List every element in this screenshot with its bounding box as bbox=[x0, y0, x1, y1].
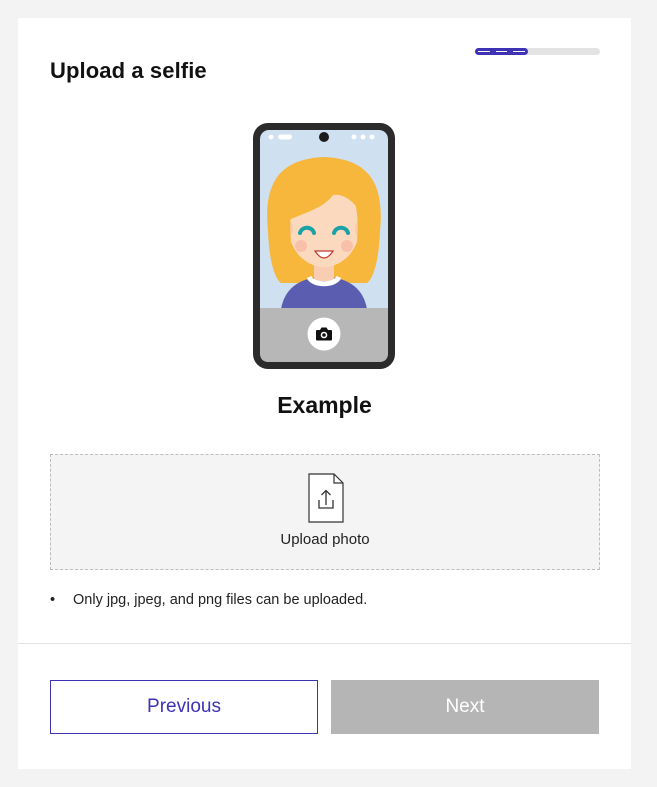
upload-rules-list: • Only jpg, jpeg, and png files can be u… bbox=[50, 592, 367, 608]
rule-text: Only jpg, jpeg, and png files can be upl… bbox=[73, 592, 368, 608]
page-title: Upload a selfie bbox=[50, 58, 207, 83]
upload-selfie-card: Upload a selfie Example Upload photo • O… bbox=[18, 18, 631, 769]
progress-bar-fill bbox=[475, 48, 528, 55]
progress-step-marker bbox=[513, 51, 525, 52]
divider bbox=[18, 643, 631, 644]
phone-selfie-illustration bbox=[251, 121, 397, 371]
previous-button[interactable]: Previous bbox=[50, 680, 318, 734]
progress-step-marker bbox=[478, 51, 490, 52]
upload-photo-dropzone[interactable]: Upload photo bbox=[50, 454, 600, 570]
progress-step-marker bbox=[495, 51, 507, 52]
example-label: Example bbox=[277, 392, 372, 418]
list-item: • Only jpg, jpeg, and png files can be u… bbox=[50, 592, 367, 608]
camera-icon bbox=[307, 317, 341, 351]
progress-bar bbox=[475, 48, 600, 55]
bullet-icon: • bbox=[50, 592, 56, 608]
file-upload-icon bbox=[306, 473, 346, 523]
upload-photo-label: Upload photo bbox=[280, 531, 370, 548]
next-button[interactable]: Next bbox=[331, 680, 599, 734]
